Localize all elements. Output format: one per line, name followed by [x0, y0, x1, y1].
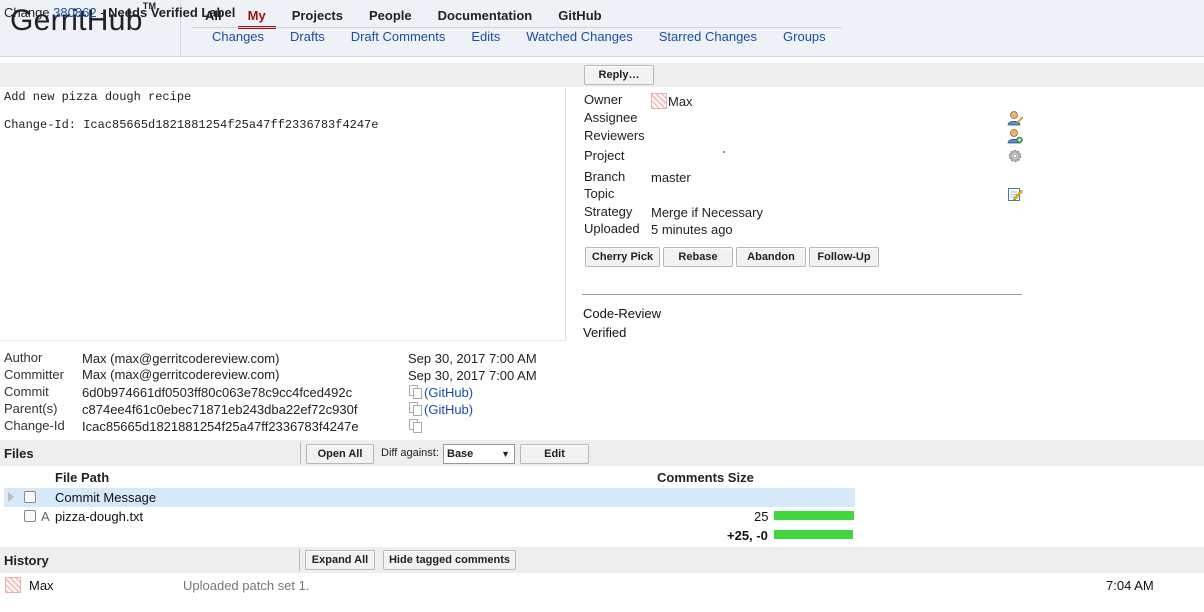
code-review-label: Code-Review	[583, 306, 662, 321]
diff-against-label: Diff against:	[381, 447, 439, 459]
files-toolbar-separator	[300, 442, 301, 464]
file-size: 25	[754, 509, 769, 524]
gear-icon[interactable]	[1007, 148, 1023, 164]
reply-button[interactable]: Reply…	[584, 65, 654, 85]
topic-label: Topic	[584, 186, 615, 201]
sub-menu-draft-comments[interactable]: Draft Comments	[351, 29, 446, 44]
top-menu-my[interactable]: My	[237, 7, 276, 29]
committer-label: Committer	[4, 367, 64, 382]
top-menu-people[interactable]: People	[359, 7, 422, 29]
change-id-value: Icac85665d1821881254f25a47ff2336783f4247…	[82, 419, 359, 434]
edit-assignee-icon[interactable]	[1007, 110, 1023, 126]
sub-menu-edits[interactable]: Edits	[471, 29, 500, 44]
cherry-pick-button[interactable]: Cherry Pick	[585, 247, 660, 267]
change-separator: -	[100, 5, 105, 20]
author-link[interactable]: Max (max@gerritcodereview.com)	[82, 351, 279, 366]
history-message: Uploaded patch set 1.	[183, 578, 310, 593]
change-id-label: Change-Id	[4, 418, 65, 433]
top-menu-github[interactable]: GitHub	[548, 7, 611, 29]
uploaded-label: Uploaded	[584, 221, 640, 236]
top-menu-projects[interactable]: Projects	[282, 7, 353, 29]
project-label: Project	[584, 148, 625, 163]
reviewers-label: Reviewers	[584, 128, 645, 143]
commit-hash: 6d0b974661df0503ff80c063e78c9cc4fced492c	[82, 385, 353, 400]
add-reviewer-icon[interactable]	[1007, 128, 1023, 144]
history-author: Max	[29, 578, 54, 593]
actions-divider	[582, 294, 1022, 295]
total-size: +25, -0	[727, 528, 768, 543]
history-toolbar-separator	[299, 549, 300, 571]
comments-size-header: Comments Size	[657, 470, 754, 485]
project-placeholder-dot	[723, 151, 725, 153]
committer-link[interactable]: Max (max@gerritcodereview.com)	[82, 367, 279, 382]
history-entry[interactable]	[0, 575, 1204, 595]
abandon-button[interactable]: Abandon	[736, 247, 806, 267]
uploaded-value: 5 minutes ago	[651, 222, 733, 237]
owner-label: Owner	[584, 92, 623, 107]
follow-up-button[interactable]: Follow-Up	[809, 247, 879, 267]
rebase-button[interactable]: Rebase	[663, 247, 733, 267]
sub-menu: Changes Drafts Draft Comments Edits Watc…	[212, 29, 852, 44]
sub-menu-starred-changes[interactable]: Starred Changes	[659, 29, 757, 44]
history-toolbar	[0, 547, 1204, 573]
top-menu-documentation[interactable]: Documentation	[428, 7, 543, 29]
copy-change-id-icon[interactable]	[409, 419, 422, 433]
verified-label: Verified	[583, 325, 627, 340]
diff-against-value: Base	[447, 448, 474, 460]
hide-tagged-comments-button[interactable]: Hide tagged comments	[383, 550, 516, 570]
copy-commit-icon[interactable]	[409, 385, 422, 399]
branch-label: Branch	[584, 169, 626, 184]
open-all-button[interactable]: Open All	[306, 444, 374, 464]
dropdown-arrow-icon: ▼	[501, 449, 510, 459]
edit-button[interactable]: Edit	[520, 444, 589, 464]
total-size-bar	[774, 530, 853, 539]
file-status: A	[41, 509, 50, 524]
commit-message: Add new pizza dough recipe Change-Id: Ic…	[4, 90, 379, 132]
history-title: History	[4, 553, 49, 568]
change-title: Change 380862 - Needs Verified Label	[4, 5, 235, 20]
strategy-label: Strategy	[584, 204, 633, 219]
file-reviewed-checkbox[interactable]	[24, 491, 36, 503]
diff-against-select[interactable]: Base ▼	[443, 444, 515, 464]
owner-avatar	[651, 93, 667, 109]
file-reviewed-checkbox[interactable]	[24, 510, 36, 522]
commit-message-bottom-border	[0, 340, 566, 341]
expand-triangle-icon[interactable]	[8, 492, 14, 502]
committer-date: Sep 30, 2017 7:00 AM	[408, 368, 537, 383]
assignee-label: Assignee	[584, 110, 638, 125]
author-date: Sep 30, 2017 7:00 AM	[408, 351, 537, 366]
history-avatar	[5, 577, 21, 593]
parent-github-link[interactable]: (GitHub)	[424, 402, 473, 417]
commit-message-border	[565, 88, 566, 340]
file-size-bar	[774, 511, 854, 520]
edit-topic-icon[interactable]	[1007, 186, 1023, 202]
parent-label: Parent(s)	[4, 401, 58, 416]
owner-link[interactable]: Max	[668, 94, 693, 109]
files-toolbar	[0, 440, 1204, 466]
copy-parent-icon[interactable]	[409, 402, 422, 416]
sub-menu-divider	[192, 27, 842, 28]
change-status: Needs Verified Label	[108, 5, 236, 20]
branch-link[interactable]: master	[651, 170, 691, 185]
commit-label: Commit	[4, 384, 49, 399]
history-time: 7:04 AM	[1106, 578, 1154, 593]
sub-menu-groups[interactable]: Groups	[783, 29, 826, 44]
author-label: Author	[4, 350, 43, 365]
files-title: Files	[4, 446, 34, 461]
top-menu: All My Projects People Documentation Git…	[195, 7, 618, 29]
file-path-header: File Path	[55, 470, 110, 485]
commit-github-link[interactable]: (GitHub)	[424, 385, 473, 400]
parent-hash: c874ee4f61c0ebec71871eb243dba22ef72c930f	[82, 402, 358, 417]
change-prefix: Change	[4, 5, 50, 20]
sub-menu-changes[interactable]: Changes	[212, 29, 264, 44]
sub-menu-watched-changes[interactable]: Watched Changes	[526, 29, 632, 44]
sub-menu-drafts[interactable]: Drafts	[290, 29, 325, 44]
file-path[interactable]: pizza-dough.txt	[55, 509, 143, 524]
file-path[interactable]: Commit Message	[55, 490, 156, 505]
expand-all-button[interactable]: Expand All	[305, 550, 375, 570]
change-number-link[interactable]: 380862	[53, 5, 96, 20]
strategy-value: Merge if Necessary	[651, 205, 763, 220]
